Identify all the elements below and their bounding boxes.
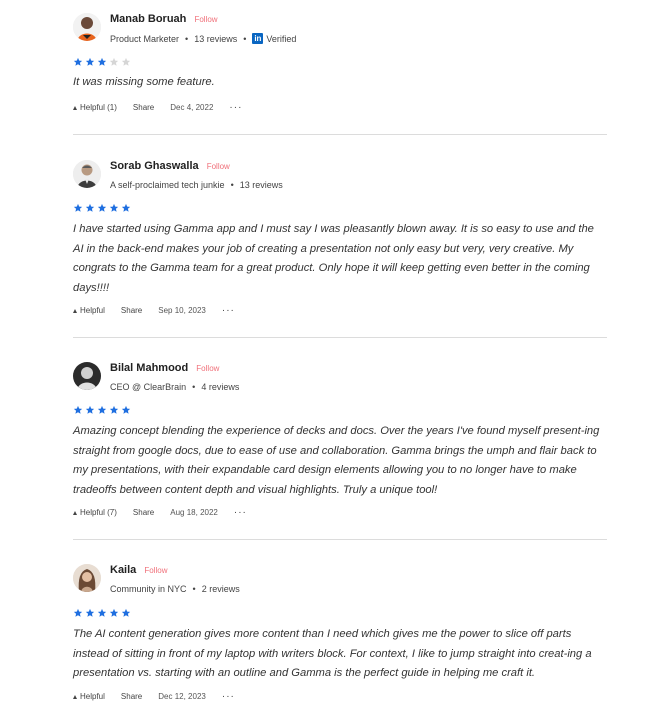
star-rating	[73, 405, 131, 417]
reviewer-title: A self-proclaimed tech junkie	[110, 180, 225, 190]
upvote-icon	[73, 510, 77, 515]
avatar[interactable]	[73, 160, 101, 188]
helpful-label: Helpful	[80, 306, 105, 315]
star-icon	[85, 608, 95, 617]
helpful-button[interactable]: Helpful	[73, 692, 105, 701]
separator-dot: •	[230, 180, 234, 190]
reviewer-title: Community in NYC	[110, 584, 187, 594]
star-icon	[97, 57, 107, 66]
reviewer-name[interactable]: Manab Boruah	[110, 13, 186, 25]
star-rating	[73, 203, 131, 215]
share-button[interactable]: Share	[133, 103, 154, 112]
review-date: Aug 18, 2022	[170, 508, 218, 517]
separator-dot: •	[243, 33, 247, 44]
helpful-label: Helpful (7)	[80, 508, 117, 517]
divider	[73, 134, 607, 135]
star-icon	[121, 57, 131, 66]
star-icon	[109, 405, 119, 414]
more-options-icon[interactable]: ···	[229, 102, 242, 113]
star-icon	[73, 608, 83, 617]
star-icon	[85, 57, 95, 66]
reviewer-title: Product Marketer	[110, 33, 180, 44]
review-text: It was missing some feature.	[73, 76, 215, 88]
share-button[interactable]: Share	[121, 306, 142, 315]
star-rating	[73, 608, 131, 620]
share-button[interactable]: Share	[133, 508, 154, 517]
avatar[interactable]	[73, 13, 101, 41]
separator-dot: •	[185, 33, 189, 44]
avatar[interactable]	[73, 362, 101, 390]
star-icon	[109, 608, 119, 617]
verified-label: Verified	[266, 33, 297, 44]
helpful-button[interactable]: Helpful	[73, 306, 105, 315]
star-rating	[73, 57, 131, 69]
review-count[interactable]: 13 reviews	[240, 180, 283, 190]
review-card: Manab Boruah Follow Product Marketer • 1…	[73, 13, 607, 113]
star-icon	[73, 203, 83, 212]
reviewer-name[interactable]: Sorab Ghaswalla	[110, 160, 199, 172]
review-date: Dec 12, 2023	[158, 692, 206, 701]
star-icon	[121, 405, 131, 414]
star-icon	[121, 203, 131, 212]
separator-dot: •	[192, 382, 196, 392]
star-icon	[121, 608, 131, 617]
star-icon	[85, 203, 95, 212]
upvote-icon	[73, 308, 77, 313]
more-options-icon[interactable]: ···	[222, 691, 235, 702]
review-count[interactable]: 2 reviews	[202, 584, 240, 594]
avatar[interactable]	[73, 564, 101, 592]
star-icon	[97, 405, 107, 414]
more-options-icon[interactable]: ···	[234, 507, 247, 518]
divider	[73, 337, 607, 338]
helpful-button[interactable]: Helpful (1)	[73, 103, 117, 112]
follow-button[interactable]: Follow	[144, 566, 167, 575]
helpful-button[interactable]: Helpful (7)	[73, 508, 117, 517]
linkedin-icon: in	[252, 33, 264, 44]
follow-button[interactable]: Follow	[196, 364, 219, 373]
star-icon	[73, 57, 83, 66]
review-date: Sep 10, 2023	[158, 306, 206, 315]
review-text: Amazing concept blending the experience …	[73, 425, 600, 497]
reviewer-name[interactable]: Kaila	[110, 564, 136, 576]
helpful-label: Helpful	[80, 692, 105, 701]
more-options-icon[interactable]: ···	[222, 305, 235, 316]
divider	[73, 539, 607, 540]
star-icon	[97, 203, 107, 212]
reviewer-name[interactable]: Bilal Mahmood	[110, 362, 188, 374]
follow-button[interactable]: Follow	[207, 162, 230, 171]
upvote-icon	[73, 105, 77, 110]
review-text: The AI content generation gives more con…	[73, 628, 592, 680]
upvote-icon	[73, 694, 77, 699]
reviewer-title: CEO @ ClearBrain	[110, 382, 187, 392]
review-count[interactable]: 4 reviews	[201, 382, 239, 392]
star-icon	[73, 405, 83, 414]
star-icon	[109, 57, 119, 66]
share-button[interactable]: Share	[121, 692, 142, 701]
star-icon	[97, 608, 107, 617]
star-icon	[85, 405, 95, 414]
separator-dot: •	[192, 584, 196, 594]
review-card: Sorab Ghaswalla Follow A self-proclaimed…	[73, 160, 607, 316]
review-card: Kaila Follow Community in NYC • 2 review…	[73, 564, 607, 702]
review-date: Dec 4, 2022	[170, 103, 214, 112]
review-count[interactable]: 13 reviews	[194, 34, 237, 44]
follow-button[interactable]: Follow	[194, 15, 217, 24]
review-text: I have started using Gamma app and I mus…	[73, 223, 594, 295]
review-card: Bilal Mahmood Follow CEO @ ClearBrain • …	[73, 362, 607, 518]
helpful-label: Helpful (1)	[80, 103, 117, 112]
star-icon	[109, 203, 119, 212]
